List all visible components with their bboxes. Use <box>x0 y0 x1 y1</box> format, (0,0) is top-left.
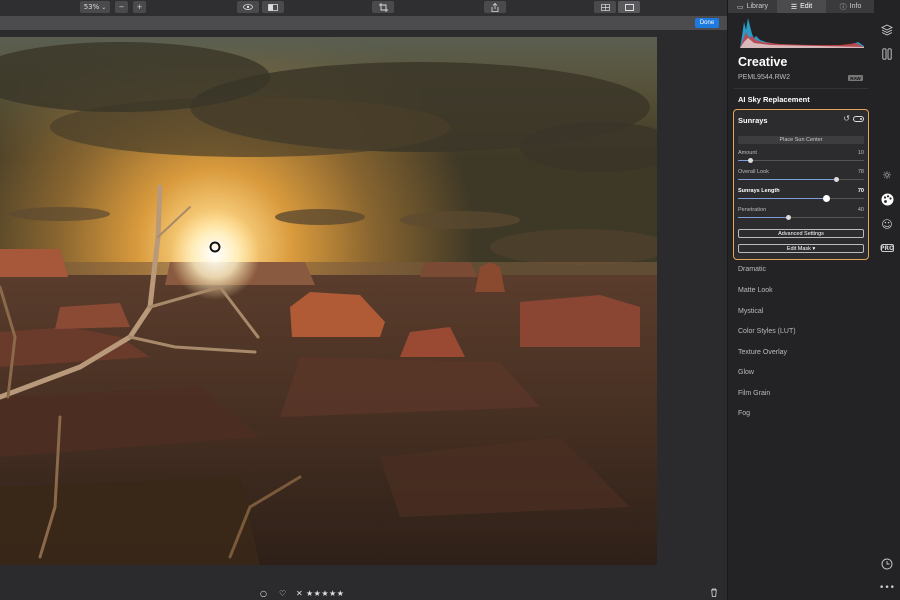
panel-tabs: ▭ Library ☰ Edit ⓘ Info <box>728 0 875 13</box>
split-view-icon <box>268 3 278 11</box>
crop-icon <box>378 2 388 12</box>
slider-value: 70 <box>857 188 864 194</box>
filter-item-dramatic[interactable]: Dramatic <box>738 266 766 273</box>
chevron-down-icon: ⌄ <box>101 3 107 11</box>
grid-view-button[interactable] <box>594 1 616 13</box>
module-title: Creative <box>738 55 788 69</box>
filter-item-texture-overlay[interactable]: Texture Overlay <box>738 349 787 356</box>
penetration-slider[interactable]: Penetration 40 <box>738 207 864 223</box>
slider-knob[interactable] <box>748 158 754 163</box>
filter-item-mystical[interactable]: Mystical <box>738 308 763 315</box>
visibility-toggle[interactable] <box>853 116 864 122</box>
edit-mask-button[interactable]: Edit Mask ▾ <box>738 244 864 253</box>
file-name: PEML9544.RW2 <box>738 74 791 81</box>
slider-fill <box>738 198 827 199</box>
grid-icon <box>600 3 610 11</box>
essentials-sun-icon[interactable]: ☼ <box>880 168 894 182</box>
slider-knob[interactable] <box>833 177 839 182</box>
share-button[interactable] <box>484 1 506 13</box>
zoom-out-button[interactable]: − <box>115 1 128 13</box>
portrait-face-icon[interactable]: ☺ <box>880 217 894 231</box>
filter-item-color-styles[interactable]: Color Styles (LUT) <box>738 328 796 335</box>
slider-knob[interactable] <box>785 215 791 220</box>
sunrays-title[interactable]: Sunrays <box>738 116 768 125</box>
tab-info[interactable]: ⓘ Info <box>826 0 875 13</box>
slider-label: Overall Look <box>738 169 769 175</box>
more-options-icon[interactable]: ••• <box>879 581 895 595</box>
top-toolbar: 53% ⌄ − + <box>0 0 727 16</box>
slider-label: Amount <box>738 150 757 156</box>
slider-fill <box>738 179 837 180</box>
creative-palette-icon[interactable] <box>880 192 894 206</box>
divider <box>734 88 868 89</box>
filter-item-matte-look[interactable]: Matte Look <box>738 287 773 294</box>
layers-icon[interactable] <box>880 23 894 37</box>
tab-info-label: Info <box>849 3 862 10</box>
eye-icon <box>243 4 253 10</box>
slider-value: 10 <box>857 150 864 156</box>
reject-icon[interactable]: ✕ <box>296 588 303 600</box>
sunrays-length-slider[interactable]: Sunrays Length 70 <box>738 188 864 204</box>
zoom-in-button[interactable]: + <box>133 1 146 13</box>
heart-icon[interactable]: ♡ <box>279 588 286 600</box>
photo-preview[interactable] <box>0 37 657 565</box>
zoom-dropdown[interactable]: 53% ⌄ <box>80 1 110 13</box>
filter-item-film-grain[interactable]: Film Grain <box>738 390 770 397</box>
history-clock-icon[interactable] <box>880 557 894 571</box>
library-icon: ▭ <box>736 2 744 11</box>
panels-icon[interactable] <box>880 47 894 61</box>
pick-flag-icon[interactable]: ○ <box>260 588 267 600</box>
sliders-icon: ☰ <box>790 2 798 11</box>
single-image-icon <box>624 3 634 11</box>
histogram <box>740 16 864 48</box>
crop-button[interactable] <box>372 1 394 13</box>
slider-value: 78 <box>857 169 864 175</box>
tab-edit-label: Edit <box>800 3 813 10</box>
pro-label: PRO <box>879 244 895 252</box>
tab-edit[interactable]: ☰ Edit <box>777 0 826 13</box>
bottom-bar: ○ ♡ ✕ ★★★★★ <box>0 588 727 600</box>
slider-track[interactable] <box>738 160 864 161</box>
single-view-button[interactable] <box>618 1 640 13</box>
done-button[interactable]: Done <box>695 18 719 28</box>
amount-slider[interactable]: Amount 10 <box>738 150 864 166</box>
preview-eye-button[interactable] <box>237 1 259 13</box>
slider-fill <box>738 217 789 218</box>
filter-item-fog[interactable]: Fog <box>738 410 750 417</box>
image-canvas <box>0 30 727 588</box>
compare-button[interactable] <box>262 1 284 13</box>
desert-sunset-photo <box>0 37 657 565</box>
right-panel: ▭ Library ☰ Edit ⓘ Info Creative PEML954… <box>727 0 875 600</box>
plus-icon: + <box>136 3 143 11</box>
slider-value: 40 <box>857 207 864 213</box>
overall-look-slider[interactable]: Overall Look 78 <box>738 169 864 185</box>
minus-icon: − <box>118 3 125 11</box>
raw-badge: RAW <box>848 75 863 81</box>
ai-sky-replacement-item[interactable]: AI Sky Replacement <box>738 95 810 104</box>
trash-icon[interactable] <box>710 588 718 600</box>
star-rating[interactable]: ★★★★★ <box>306 588 344 600</box>
filter-item-glow[interactable]: Glow <box>738 369 754 376</box>
zoom-value: 53% <box>83 3 100 11</box>
slider-label: Penetration <box>738 207 767 213</box>
tool-rail: ☼ ☺ PRO ••• <box>874 0 900 600</box>
info-icon: ⓘ <box>839 2 847 11</box>
reset-icon[interactable]: ↺ <box>843 114 850 123</box>
sunrays-module: Sunrays ↺ Place Sun Center Amount 10 Ove… <box>733 109 869 260</box>
slider-label: Sunrays Length <box>738 188 780 194</box>
advanced-settings-button[interactable]: Advanced Settings <box>738 229 864 238</box>
slider-knob[interactable] <box>822 195 830 202</box>
pro-tools-icon[interactable]: PRO <box>880 241 894 255</box>
tab-library-label: Library <box>746 3 769 10</box>
place-sun-center-button[interactable]: Place Sun Center <box>738 136 864 144</box>
edit-strip: Done <box>0 16 727 30</box>
app-window: 53% ⌄ − + Done ○ ♡ ✕ ★★★★★ ▭ Library ☰ E… <box>0 0 900 600</box>
tab-library[interactable]: ▭ Library <box>728 0 777 13</box>
share-icon <box>491 2 499 12</box>
